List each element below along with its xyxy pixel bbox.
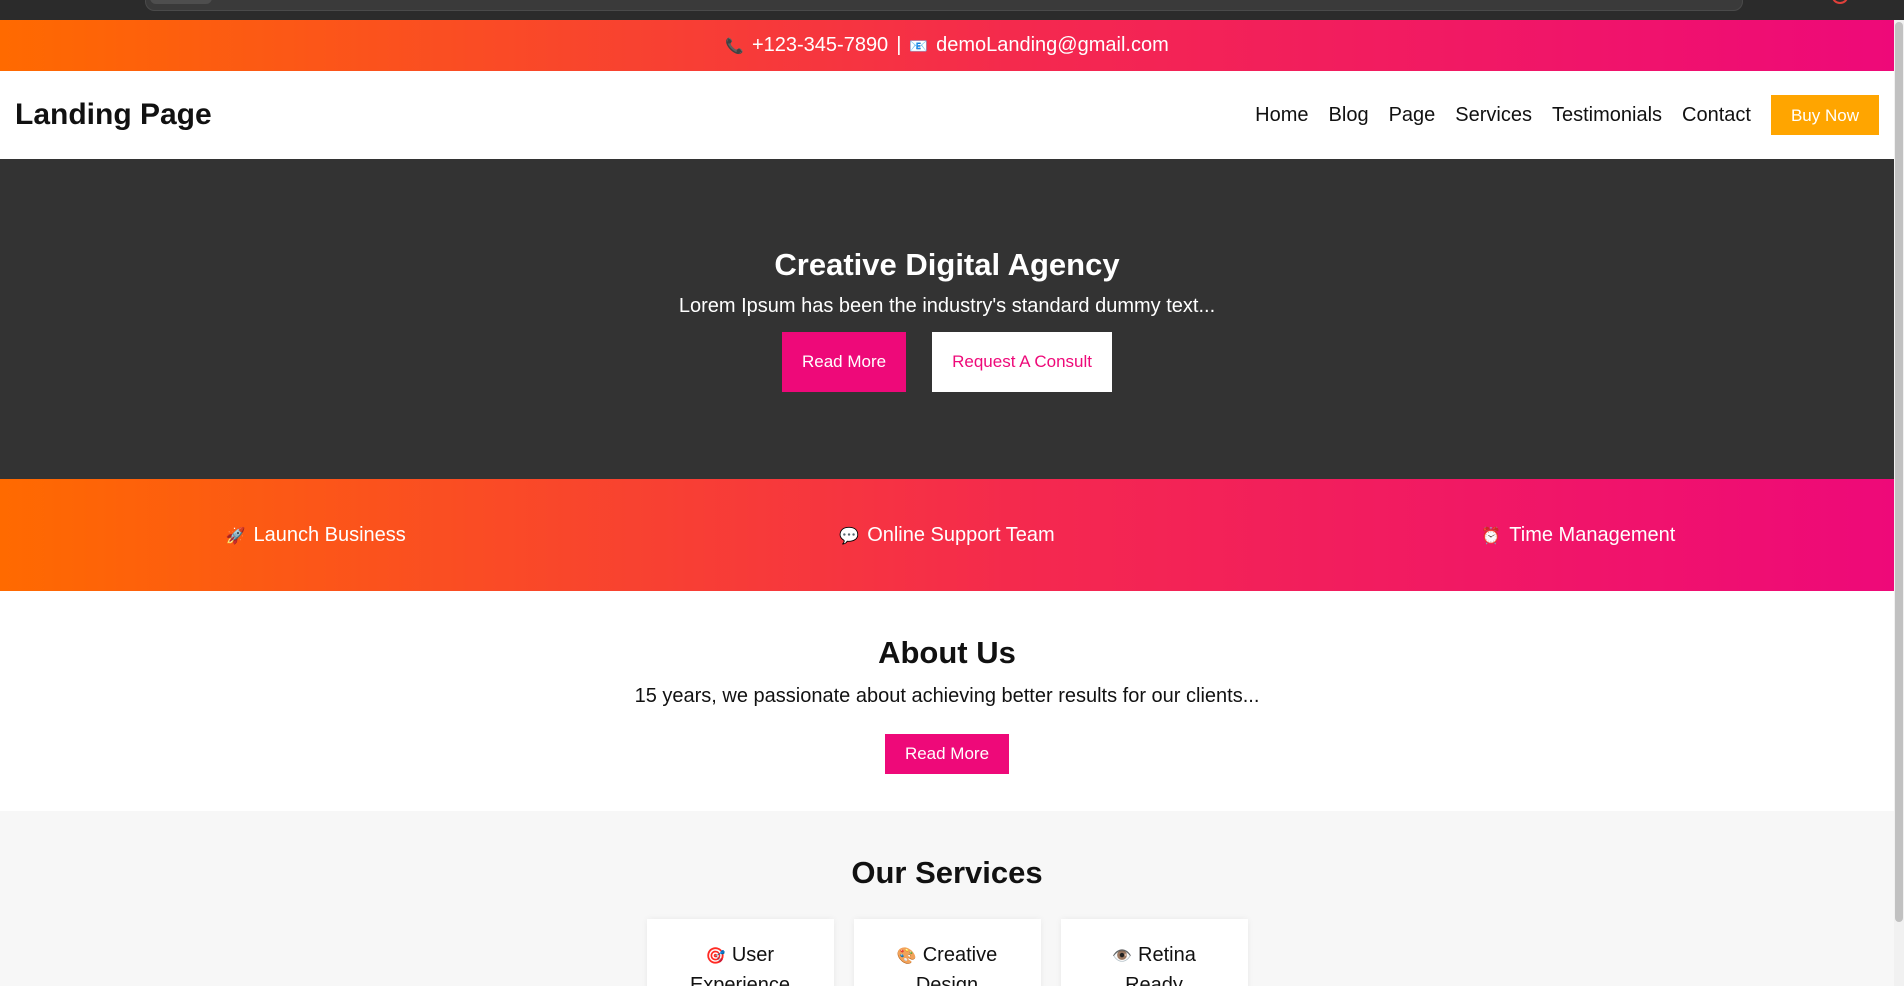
feature-launch-business: 🚀 Launch Business xyxy=(0,524,631,547)
eye-icon: 👁️ xyxy=(1112,948,1133,965)
services-section: Our Services 🎯 User Experience 🎨 Creative … xyxy=(0,811,1894,986)
target-icon: 🎯 xyxy=(705,948,726,965)
about-title: About Us xyxy=(878,635,1016,670)
hero-buttons: Read More Request A Consult xyxy=(782,331,1112,392)
nav-contact[interactable]: Contact xyxy=(1682,104,1751,127)
service-label: Creative Design xyxy=(915,944,998,986)
email-address: demoLanding@gmail.com xyxy=(936,34,1169,56)
page: 📞 +123-345-7890 | 📧 demoLanding@gmail.co… xyxy=(0,20,1894,986)
about-section: About Us 15 years, we passionate about a… xyxy=(0,591,1894,811)
read-more-button[interactable]: Read More xyxy=(782,331,907,392)
buy-now-button[interactable]: Buy Now xyxy=(1770,95,1879,135)
hero-section: Creative Digital Agency Lorem Ipsum has … xyxy=(0,159,1894,479)
nav-services[interactable]: Services xyxy=(1455,104,1532,127)
contact-bar: 📞 +123-345-7890 | 📧 demoLanding@gmail.co… xyxy=(0,20,1894,71)
palette-icon: 🎨 xyxy=(896,948,917,965)
service-label: Retina Ready xyxy=(1125,944,1196,986)
feature-label: Online Support Team xyxy=(867,523,1055,546)
feature-label: Launch Business xyxy=(253,523,406,546)
address-bar[interactable] xyxy=(145,0,1743,11)
request-consult-button[interactable]: Request A Consult xyxy=(932,331,1112,392)
hero-title: Creative Digital Agency xyxy=(774,246,1120,282)
service-card-creative-design[interactable]: 🎨 Creative Design xyxy=(853,919,1041,986)
separator: | xyxy=(896,34,902,56)
alarm-clock-icon: ⏰ xyxy=(1481,527,1502,545)
about-read-more-button[interactable]: Read More xyxy=(884,734,1010,774)
features-strip: 🚀 Launch Business 💬 Online Support Team ⏰ T… xyxy=(0,479,1894,591)
service-card-user-experience[interactable]: 🎯 User Experience xyxy=(646,919,834,986)
nav-home[interactable]: Home xyxy=(1255,104,1308,127)
speech-bubble-icon: 💬 xyxy=(839,527,860,545)
service-card-retina-ready[interactable]: 👁️ Retina Ready xyxy=(1060,919,1248,986)
about-text: 15 years, we passionate about achieving … xyxy=(634,685,1260,707)
services-title: Our Services xyxy=(851,855,1043,890)
feature-time-management: ⏰ Time Management xyxy=(1263,524,1894,547)
site-header: Landing Page Home Blog Page Services Tes… xyxy=(0,71,1894,159)
phone-icon: 📞 xyxy=(725,37,744,55)
nav-blog[interactable]: Blog xyxy=(1329,104,1369,127)
nav-testimonials[interactable]: Testimonials xyxy=(1552,104,1662,127)
site-logo[interactable]: Landing Page xyxy=(15,98,212,132)
tab-pill[interactable] xyxy=(150,0,212,4)
scrollbar-thumb[interactable] xyxy=(1895,22,1903,922)
nav-page[interactable]: Page xyxy=(1389,104,1436,127)
feature-label: Time Management xyxy=(1509,523,1676,546)
feature-online-support: 💬 Online Support Team xyxy=(631,524,1262,547)
page-scrollbar[interactable] xyxy=(1894,20,1904,986)
service-label: User Experience xyxy=(689,944,791,986)
profile-icon[interactable] xyxy=(1832,0,1848,4)
main-nav: Home Blog Page Services Testimonials Con… xyxy=(1235,95,1879,135)
service-cards: 🎯 User Experience 🎨 Creative Design 👁️ Reti… xyxy=(646,919,1248,986)
rocket-icon: 🚀 xyxy=(225,527,246,545)
phone-number: +123-345-7890 xyxy=(751,34,889,56)
email-icon: 📧 xyxy=(909,37,929,55)
browser-chrome xyxy=(0,0,1904,20)
hero-subtitle: Lorem Ipsum has been the industry's stan… xyxy=(678,294,1216,317)
